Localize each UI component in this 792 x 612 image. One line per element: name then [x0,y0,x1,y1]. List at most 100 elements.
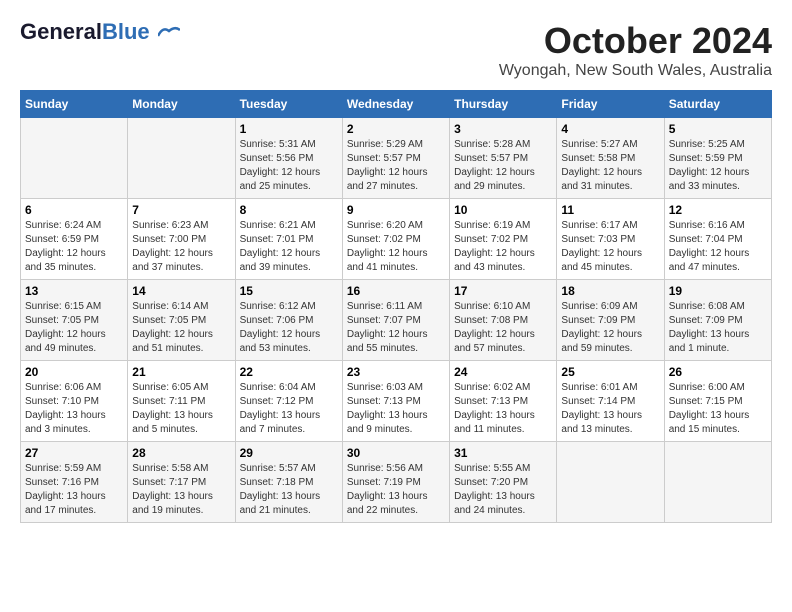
week-row-4: 27Sunrise: 5:59 AM Sunset: 7:16 PM Dayli… [21,442,772,523]
day-info: Sunrise: 5:57 AM Sunset: 7:18 PM Dayligh… [240,462,338,518]
page-header: GeneralBlue October 2024 Wyongah, New So… [20,20,772,80]
title-block: October 2024 Wyongah, New South Wales, A… [499,20,772,80]
calendar-cell: 10 Sunrise: 6:19 AM Sunset: 7:02 PM Dayli… [450,199,557,280]
day-number: 9 [347,203,445,217]
day-info: Sunrise: 6:16 AM Sunset: 7:04 PM Dayligh… [669,219,767,275]
logo-general: General [20,19,102,44]
calendar-cell: 31 Sunrise: 5:55 AM Sunset: 7:20 PM Dayli… [450,442,557,523]
calendar-cell [557,442,664,523]
calendar-cell: 7 Sunrise: 6:23 AM Sunset: 7:00 PM Daylig… [128,199,235,280]
calendar-header-row: SundayMondayTuesdayWednesdayThursdayFrid… [21,91,772,118]
day-info: Sunrise: 6:17 AM Sunset: 7:03 PM Dayligh… [561,219,659,275]
calendar-cell: 26 Sunrise: 6:00 AM Sunset: 7:15 PM Dayli… [664,361,771,442]
calendar-cell: 2 Sunrise: 5:29 AM Sunset: 5:57 PM Daylig… [342,118,449,199]
calendar-cell: 14Sunrise: 6:14 AM Sunset: 7:05 PM Dayli… [128,280,235,361]
day-info: Sunrise: 6:12 AM Sunset: 7:06 PM Dayligh… [240,300,338,356]
calendar-cell: 24 Sunrise: 6:02 AM Sunset: 7:13 PM Dayli… [450,361,557,442]
day-number: 12 [669,203,767,217]
day-number: 18 [561,284,659,298]
day-number: 31 [454,446,552,460]
calendar-cell: 30Sunrise: 5:56 AM Sunset: 7:19 PM Dayli… [342,442,449,523]
day-number: 7 [132,203,230,217]
day-number: 29 [240,446,338,460]
calendar-cell: 20 Sunrise: 6:06 AM Sunset: 7:10 PM Dayli… [21,361,128,442]
calendar-cell: 12 Sunrise: 6:16 AM Sunset: 7:04 PM Dayli… [664,199,771,280]
calendar-cell: 15Sunrise: 6:12 AM Sunset: 7:06 PM Dayli… [235,280,342,361]
day-number: 8 [240,203,338,217]
calendar-cell: 9 Sunrise: 6:20 AM Sunset: 7:02 PM Daylig… [342,199,449,280]
day-number: 2 [347,122,445,136]
day-number: 21 [132,365,230,379]
header-thursday: Thursday [450,91,557,118]
calendar-cell [664,442,771,523]
day-info: Sunrise: 6:09 AM Sunset: 7:09 PM Dayligh… [561,300,659,356]
calendar-cell: 28 Sunrise: 5:58 AM Sunset: 7:17 PM Dayli… [128,442,235,523]
calendar-cell: 19 Sunrise: 6:08 AM Sunset: 7:09 PM Dayli… [664,280,771,361]
calendar-cell: 22Sunrise: 6:04 AM Sunset: 7:12 PM Dayli… [235,361,342,442]
day-number: 13 [25,284,123,298]
day-info: Sunrise: 5:29 AM Sunset: 5:57 PM Dayligh… [347,138,445,194]
day-info: Sunrise: 6:00 AM Sunset: 7:15 PM Dayligh… [669,381,767,437]
calendar-cell: 5 Sunrise: 5:25 AM Sunset: 5:59 PM Daylig… [664,118,771,199]
calendar-cell [128,118,235,199]
header-friday: Friday [557,91,664,118]
day-info: Sunrise: 6:02 AM Sunset: 7:13 PM Dayligh… [454,381,552,437]
day-number: 6 [25,203,123,217]
day-info: Sunrise: 5:58 AM Sunset: 7:17 PM Dayligh… [132,462,230,518]
day-number: 27 [25,446,123,460]
day-number: 10 [454,203,552,217]
day-info: Sunrise: 5:55 AM Sunset: 7:20 PM Dayligh… [454,462,552,518]
day-number: 1 [240,122,338,136]
day-info: Sunrise: 5:56 AM Sunset: 7:19 PM Dayligh… [347,462,445,518]
day-number: 23 [347,365,445,379]
calendar-cell: 11 Sunrise: 6:17 AM Sunset: 7:03 PM Dayli… [557,199,664,280]
header-sunday: Sunday [21,91,128,118]
day-info: Sunrise: 6:19 AM Sunset: 7:02 PM Dayligh… [454,219,552,275]
header-wednesday: Wednesday [342,91,449,118]
day-number: 5 [669,122,767,136]
logo: GeneralBlue [20,20,180,44]
day-number: 3 [454,122,552,136]
day-info: Sunrise: 6:10 AM Sunset: 7:08 PM Dayligh… [454,300,552,356]
logo-bird-icon [158,26,180,40]
header-tuesday: Tuesday [235,91,342,118]
calendar-cell: 18 Sunrise: 6:09 AM Sunset: 7:09 PM Dayli… [557,280,664,361]
day-info: Sunrise: 5:25 AM Sunset: 5:59 PM Dayligh… [669,138,767,194]
logo-blue: Blue [102,19,150,44]
day-info: Sunrise: 6:20 AM Sunset: 7:02 PM Dayligh… [347,219,445,275]
week-row-1: 6 Sunrise: 6:24 AM Sunset: 6:59 PM Daylig… [21,199,772,280]
day-info: Sunrise: 6:01 AM Sunset: 7:14 PM Dayligh… [561,381,659,437]
day-info: Sunrise: 6:21 AM Sunset: 7:01 PM Dayligh… [240,219,338,275]
calendar-cell: 17 Sunrise: 6:10 AM Sunset: 7:08 PM Dayli… [450,280,557,361]
header-saturday: Saturday [664,91,771,118]
day-info: Sunrise: 6:04 AM Sunset: 7:12 PM Dayligh… [240,381,338,437]
day-number: 20 [25,365,123,379]
day-number: 28 [132,446,230,460]
day-info: Sunrise: 5:31 AM Sunset: 5:56 PM Dayligh… [240,138,338,194]
day-number: 26 [669,365,767,379]
day-number: 19 [669,284,767,298]
week-row-3: 20 Sunrise: 6:06 AM Sunset: 7:10 PM Dayli… [21,361,772,442]
calendar-cell: 1 Sunrise: 5:31 AM Sunset: 5:56 PM Daylig… [235,118,342,199]
day-number: 24 [454,365,552,379]
calendar-cell [21,118,128,199]
day-number: 14 [132,284,230,298]
day-info: Sunrise: 6:23 AM Sunset: 7:00 PM Dayligh… [132,219,230,275]
day-info: Sunrise: 6:08 AM Sunset: 7:09 PM Dayligh… [669,300,767,356]
day-number: 11 [561,203,659,217]
location-subtitle: Wyongah, New South Wales, Australia [499,62,772,80]
day-info: Sunrise: 5:28 AM Sunset: 5:57 PM Dayligh… [454,138,552,194]
day-number: 17 [454,284,552,298]
calendar-cell: 8 Sunrise: 6:21 AM Sunset: 7:01 PM Daylig… [235,199,342,280]
calendar-cell: 16Sunrise: 6:11 AM Sunset: 7:07 PM Dayli… [342,280,449,361]
week-row-0: 1 Sunrise: 5:31 AM Sunset: 5:56 PM Daylig… [21,118,772,199]
month-title: October 2024 [499,20,772,62]
calendar-cell: 27Sunrise: 5:59 AM Sunset: 7:16 PM Dayli… [21,442,128,523]
day-info: Sunrise: 6:15 AM Sunset: 7:05 PM Dayligh… [25,300,123,356]
day-info: Sunrise: 6:06 AM Sunset: 7:10 PM Dayligh… [25,381,123,437]
day-info: Sunrise: 5:27 AM Sunset: 5:58 PM Dayligh… [561,138,659,194]
day-info: Sunrise: 6:05 AM Sunset: 7:11 PM Dayligh… [132,381,230,437]
day-number: 4 [561,122,659,136]
day-info: Sunrise: 6:24 AM Sunset: 6:59 PM Dayligh… [25,219,123,275]
calendar-cell: 25Sunrise: 6:01 AM Sunset: 7:14 PM Dayli… [557,361,664,442]
